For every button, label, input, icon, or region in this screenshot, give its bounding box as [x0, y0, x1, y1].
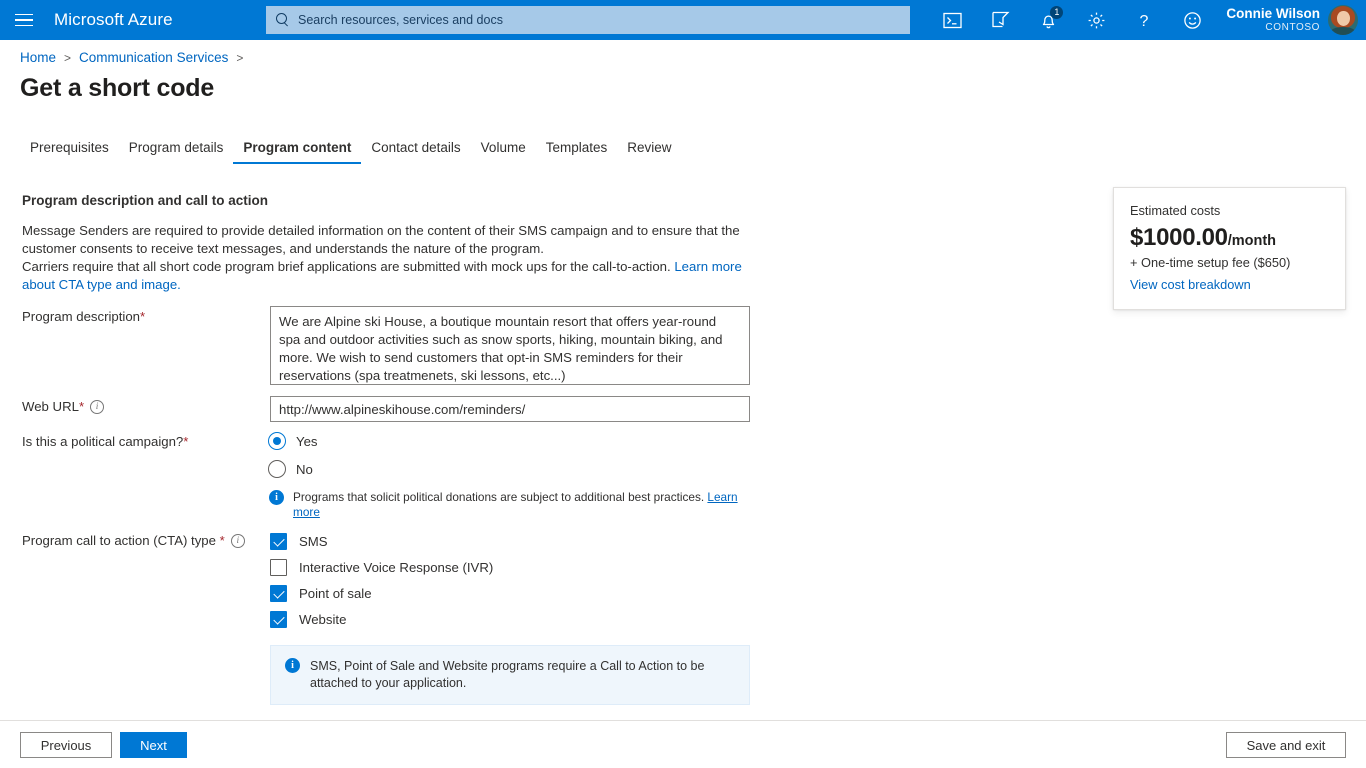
top-bar-icon-group: 1 ? Connie Wilson CONTOSO: [928, 0, 1366, 40]
program-description-input[interactable]: We are Alpine ski House, a boutique moun…: [270, 306, 750, 385]
user-account-menu[interactable]: Connie Wilson CONTOSO: [1216, 0, 1366, 40]
checkbox-website-label: Website: [299, 612, 346, 627]
search-icon: [276, 13, 290, 27]
checkbox-point-of-sale-label: Point of sale: [299, 586, 372, 601]
notification-count-badge: 1: [1050, 6, 1063, 19]
tab-program-content[interactable]: Program content: [233, 136, 361, 164]
estimated-costs-amount: $1000.00: [1130, 224, 1228, 252]
cta-banner-text: SMS, Point of Sale and Website programs …: [310, 658, 735, 692]
radio-no-label: No: [296, 462, 313, 477]
web-url-label-text: Web URL: [22, 399, 79, 414]
breadcrumb-item-home[interactable]: Home: [20, 50, 56, 65]
cta-type-label: Program call to action (CTA) type * i: [22, 533, 245, 548]
program-description-label-text: Program description: [22, 309, 140, 324]
required-asterisk: *: [140, 309, 145, 324]
user-org: CONTOSO: [1226, 22, 1320, 34]
hamburger-icon[interactable]: [0, 0, 48, 40]
tab-contact-details[interactable]: Contact details: [361, 136, 470, 164]
svg-text:?: ?: [1140, 13, 1149, 30]
top-navigation-bar: Microsoft Azure Search resources, servic…: [0, 0, 1366, 40]
checkbox-sms-label: SMS: [299, 534, 328, 549]
checkbox-point-of-sale[interactable]: Point of sale: [270, 585, 372, 602]
required-asterisk: *: [220, 533, 225, 548]
program-description-label: Program description*: [22, 309, 145, 324]
info-circle-icon: i: [285, 658, 300, 673]
user-identity: Connie Wilson CONTOSO: [1226, 6, 1320, 33]
checkbox-ivr-indicator: [270, 559, 287, 576]
checkbox-sms-indicator: [270, 533, 287, 550]
checkbox-sms[interactable]: SMS: [270, 533, 328, 550]
breadcrumb: Home > Communication Services >: [20, 50, 243, 65]
help-icon[interactable]: ?: [1120, 0, 1168, 40]
breadcrumb-separator-icon: >: [64, 51, 71, 65]
previous-button[interactable]: Previous: [20, 732, 112, 758]
search-input[interactable]: Search resources, services and docs: [266, 6, 910, 34]
feedback-smiley-icon[interactable]: [1168, 0, 1216, 40]
cloud-shell-icon[interactable]: [928, 0, 976, 40]
azure-brand-logo[interactable]: Microsoft Azure: [54, 10, 173, 30]
cta-type-label-text: Program call to action (CTA) type: [22, 533, 216, 548]
notifications-icon[interactable]: 1: [1024, 0, 1072, 40]
web-url-input[interactable]: [270, 396, 750, 422]
radio-yes-label: Yes: [296, 434, 318, 449]
checkbox-website[interactable]: Website: [270, 611, 346, 628]
estimated-costs-card: Estimated costs $1000.00 /month + One-ti…: [1113, 187, 1346, 310]
checkbox-ivr-label: Interactive Voice Response (IVR): [299, 560, 493, 575]
save-and-exit-button[interactable]: Save and exit: [1226, 732, 1346, 758]
breadcrumb-separator-icon-2: >: [236, 51, 243, 65]
cta-info-banner: i SMS, Point of Sale and Website program…: [270, 645, 750, 705]
political-note-text: Programs that solicit political donation…: [293, 490, 707, 504]
intro-line-1: Message Senders are required to provide …: [22, 223, 740, 256]
required-asterisk: *: [183, 434, 188, 449]
info-icon[interactable]: i: [231, 534, 245, 548]
tab-review[interactable]: Review: [617, 136, 681, 164]
radio-political-no[interactable]: No: [268, 460, 313, 478]
checkbox-website-indicator: [270, 611, 287, 628]
intro-line-2: Carriers require that all short code pro…: [22, 259, 674, 274]
search-placeholder: Search resources, services and docs: [298, 13, 503, 27]
avatar[interactable]: [1328, 5, 1358, 35]
tab-prerequisites[interactable]: Prerequisites: [20, 136, 119, 164]
user-name: Connie Wilson: [1226, 6, 1320, 22]
section-title: Program description and call to action: [22, 193, 268, 208]
political-campaign-label: Is this a political campaign?*: [22, 434, 188, 449]
tab-templates[interactable]: Templates: [536, 136, 618, 164]
web-url-label: Web URL* i: [22, 399, 104, 414]
required-asterisk: *: [79, 399, 84, 414]
info-circle-icon: i: [269, 490, 284, 505]
political-note-text-wrap: Programs that solicit political donation…: [293, 490, 741, 520]
estimated-costs-amount-row: $1000.00 /month: [1130, 224, 1329, 252]
next-button[interactable]: Next: [120, 732, 187, 758]
settings-gear-icon[interactable]: [1072, 0, 1120, 40]
directory-filter-icon[interactable]: [976, 0, 1024, 40]
tab-volume[interactable]: Volume: [471, 136, 536, 164]
section-intro-text: Message Senders are required to provide …: [22, 222, 752, 294]
tab-program-details[interactable]: Program details: [119, 136, 234, 164]
estimated-costs-title: Estimated costs: [1130, 203, 1329, 218]
radio-no-indicator: [268, 460, 286, 478]
view-cost-breakdown-link[interactable]: View cost breakdown: [1130, 277, 1329, 292]
checkbox-point-of-sale-indicator: [270, 585, 287, 602]
political-campaign-info-note: i Programs that solicit political donati…: [269, 490, 741, 520]
radio-yes-indicator: [268, 432, 286, 450]
breadcrumb-item-communication-services[interactable]: Communication Services: [79, 50, 228, 65]
political-campaign-label-text: Is this a political campaign?: [22, 434, 183, 449]
radio-political-yes[interactable]: Yes: [268, 432, 318, 450]
page-title: Get a short code: [20, 74, 214, 103]
estimated-costs-setup-fee: + One-time setup fee ($650): [1130, 255, 1329, 270]
wizard-tabs: Prerequisites Program details Program co…: [20, 136, 682, 164]
estimated-costs-period: /month: [1228, 233, 1276, 249]
wizard-footer: Previous Next Save and exit: [0, 720, 1366, 768]
info-icon[interactable]: i: [90, 400, 104, 414]
checkbox-ivr[interactable]: Interactive Voice Response (IVR): [270, 559, 493, 576]
